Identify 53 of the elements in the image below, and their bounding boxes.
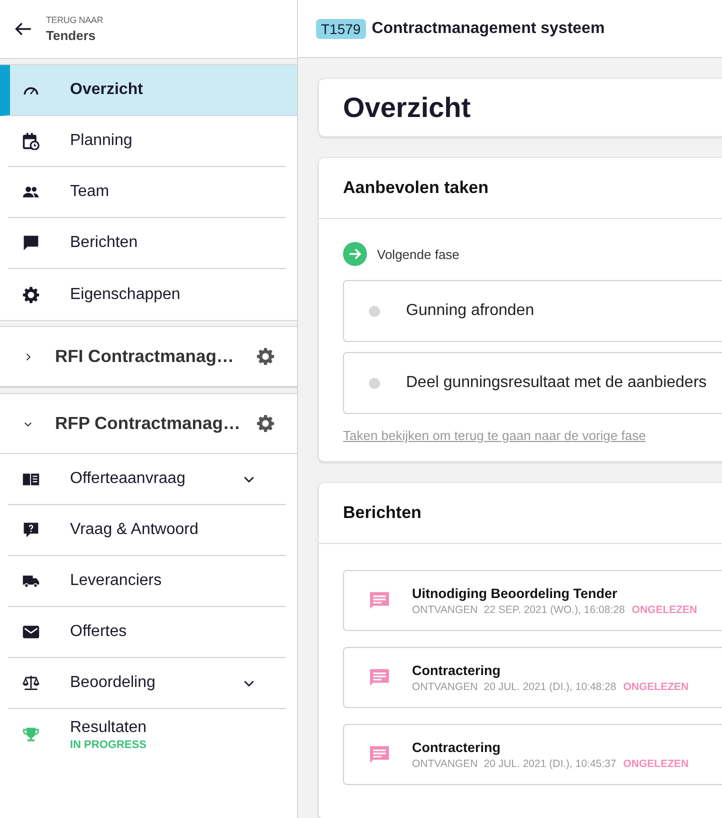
message-date: 20 JUL. 2021 (DI.), 10:48:28 <box>484 680 616 692</box>
project-title[interactable]: RFP Contractmanag… <box>55 413 256 434</box>
nav-item[interactable]: Planning <box>8 116 286 167</box>
nav-item[interactable]: Eigenschappen <box>8 269 286 320</box>
card-title: Berichten <box>319 483 722 544</box>
message-subject: Uitnodiging Beoordeling Tender <box>412 586 618 600</box>
card-title: Aanbevolen taken <box>319 158 722 219</box>
nav-item[interactable]: Beoordeling <box>8 658 286 709</box>
message-icon <box>369 744 390 765</box>
nav-item[interactable]: Offertes <box>8 607 286 658</box>
unread-label: ONGELEZEN <box>623 758 689 770</box>
scales-icon <box>22 674 40 692</box>
project-title[interactable]: RFI Contractmanag… <box>55 346 256 367</box>
nav-item[interactable]: Vraag & Antwoord <box>8 505 286 556</box>
message-icon <box>369 667 390 688</box>
back-link[interactable]: Tenders <box>46 28 104 43</box>
nav-item[interactable]: Team <box>8 167 286 218</box>
chat-bubble-icon <box>22 234 40 252</box>
id-badge: T1579 <box>316 18 366 38</box>
status-label: IN PROGRESS <box>70 738 148 750</box>
message-date: 20 JUL. 2021 (DI.), 10:45:37 <box>484 758 616 770</box>
task-item[interactable]: Deel gunningsresultaat met de aanbieders <box>343 352 722 414</box>
message-subject: Contractering <box>412 740 502 754</box>
settings-icon[interactable] <box>256 414 275 433</box>
message-item[interactable]: Contractering ONTVANGEN 20 JUL. 2021 (DI.), 10:48:28 ONGELEZEN <box>343 647 722 708</box>
unread-label: ONGELEZEN <box>623 680 689 692</box>
task-item[interactable]: Gunning afronden <box>343 280 722 342</box>
nav-item[interactable]: Offerteaanvraag <box>8 454 286 505</box>
page-title: Overzicht <box>343 92 471 124</box>
received-label: ONTVANGEN <box>412 680 478 692</box>
trophy-icon <box>22 726 40 744</box>
received-label: ONTVANGEN <box>412 758 478 770</box>
message-date: 22 SEP. 2021 (WO.), 16:08:28 <box>484 604 625 616</box>
nav-item[interactable]: Resultaten IN PROGRESS <box>8 709 286 760</box>
phase-label: Volgende fase <box>377 246 460 262</box>
page-header-title: Contractmanagement systeem <box>372 20 605 38</box>
unread-label: ONGELEZEN <box>632 604 698 616</box>
envelope-icon <box>22 623 40 641</box>
back-arrow-icon <box>14 20 32 38</box>
message-icon <box>369 590 390 611</box>
arrow-circle-icon <box>343 242 367 266</box>
gear-icon <box>22 286 40 304</box>
nav-item[interactable]: Overzicht <box>0 65 297 116</box>
settings-icon[interactable] <box>256 347 275 366</box>
message-item[interactable]: Contractering ONTVANGEN 20 JUL. 2021 (DI.), 10:45:37 ONGELEZEN <box>343 724 722 785</box>
message-item[interactable]: Uitnodiging Beoordeling Tender ONTVANGEN 22 SEP. 2021 (WO.), 16:08:28 ONGELEZEN <box>343 570 722 631</box>
nav-item[interactable]: Leveranciers <box>8 556 286 607</box>
nav-item[interactable]: Berichten <box>8 218 286 269</box>
back-label[interactable]: TERUG NAAR <box>46 15 104 25</box>
message-subject: Contractering <box>412 662 502 678</box>
received-label: ONTVANGEN <box>412 604 478 616</box>
question-bubble-icon <box>22 521 40 539</box>
calendar-clock-icon <box>22 132 40 150</box>
